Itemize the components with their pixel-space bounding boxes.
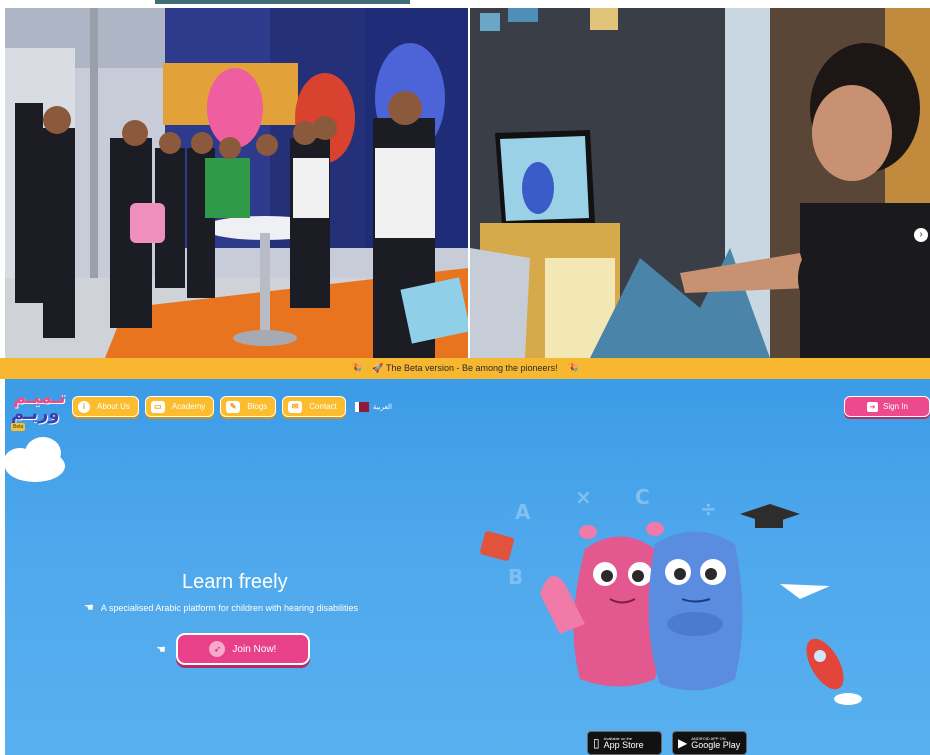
- hero-title: Learn freely: [182, 571, 288, 593]
- top-strip: [155, 0, 410, 4]
- qatar-flag-icon: [354, 401, 369, 412]
- sign-in-button[interactable]: ➜ Sign In: [844, 396, 930, 417]
- sign-language-hand-icon: ☚: [156, 643, 166, 656]
- nav-contact-label: Contact: [309, 402, 337, 411]
- info-icon: i: [78, 400, 90, 413]
- main-nav: i About Us ▭ Academy ✎ Blogs ✉ Contact ا…: [72, 396, 392, 417]
- site-logo[interactable]: تـميـم وريـم Beta: [9, 387, 67, 431]
- nav-academy-button[interactable]: ▭ Academy: [144, 396, 215, 417]
- characters-illustration: A × C ÷ B: [480, 485, 862, 705]
- exhibition-photo-boy-kiosk: ›: [470, 8, 930, 358]
- nav-about-us-button[interactable]: i About Us: [72, 396, 139, 417]
- language-switcher[interactable]: العربية: [354, 401, 392, 412]
- play-icon: ▶: [678, 736, 688, 750]
- document-icon: ✎: [226, 400, 241, 413]
- svg-text:B: B: [508, 565, 523, 589]
- cloud-decoration: [5, 437, 65, 482]
- hero-subtitle-text: A specialised Arabic platform for childr…: [100, 602, 359, 613]
- carousel-next-arrow[interactable]: ›: [914, 228, 928, 242]
- party-popper-icon: 🎉: [567, 363, 579, 373]
- logo-text-line2: وريـم: [11, 403, 60, 424]
- sign-in-label: Sign In: [883, 402, 908, 411]
- nav-blogs-button[interactable]: ✎ Blogs: [220, 396, 277, 417]
- join-row: ☚ ➶ Join Now!: [156, 633, 310, 665]
- hero-subtitle: ☚ A specialised Arabic platform for chil…: [84, 601, 358, 614]
- app-store-badge[interactable]: ▯ Available on the App Store: [587, 731, 662, 755]
- svg-text:×: ×: [575, 485, 592, 509]
- svg-text:÷: ÷: [700, 497, 717, 521]
- rocket-icon: ➶: [209, 641, 226, 657]
- apple-icon: ▯: [593, 736, 600, 750]
- photo-collage: ›: [0, 0, 930, 358]
- google-play-big-text: Google Play: [691, 739, 741, 750]
- svg-text:C: C: [635, 485, 650, 509]
- app-store-big-text: App Store: [603, 739, 644, 750]
- sign-in-icon: ➜: [867, 401, 878, 412]
- language-label: العربية: [372, 403, 392, 411]
- monitor-icon: ▭: [150, 400, 165, 413]
- nav-academy-label: Academy: [171, 402, 206, 411]
- beta-banner: 🎉 🚀 The Beta version - Be among the pion…: [0, 358, 930, 379]
- svg-text:A: A: [515, 500, 531, 524]
- google-play-badge[interactable]: ▶ ANDROID APP ON Google Play: [672, 731, 747, 755]
- logo-beta-badge: Beta: [11, 423, 26, 431]
- website-hero: تـميـم وريـم Beta i About Us ▭ Academy ✎…: [5, 379, 930, 755]
- nav-blogs-label: Blogs: [247, 402, 268, 411]
- join-now-label: Join Now!: [232, 643, 277, 655]
- join-now-button[interactable]: ➶ Join Now!: [175, 633, 310, 665]
- beta-banner-text: 🚀 The Beta version - Be among the pionee…: [372, 363, 558, 373]
- exhibition-photo-children-group: [5, 8, 468, 358]
- chat-icon: ✉: [288, 400, 303, 413]
- nav-contact-button[interactable]: ✉ Contact: [282, 396, 346, 417]
- nav-about-us-label: About Us: [97, 402, 130, 411]
- app-store-badges: ▯ Available on the App Store ▶ ANDROID A…: [587, 731, 747, 755]
- sign-language-hand-icon: ☚: [84, 602, 94, 614]
- party-popper-icon: 🎉: [351, 363, 363, 373]
